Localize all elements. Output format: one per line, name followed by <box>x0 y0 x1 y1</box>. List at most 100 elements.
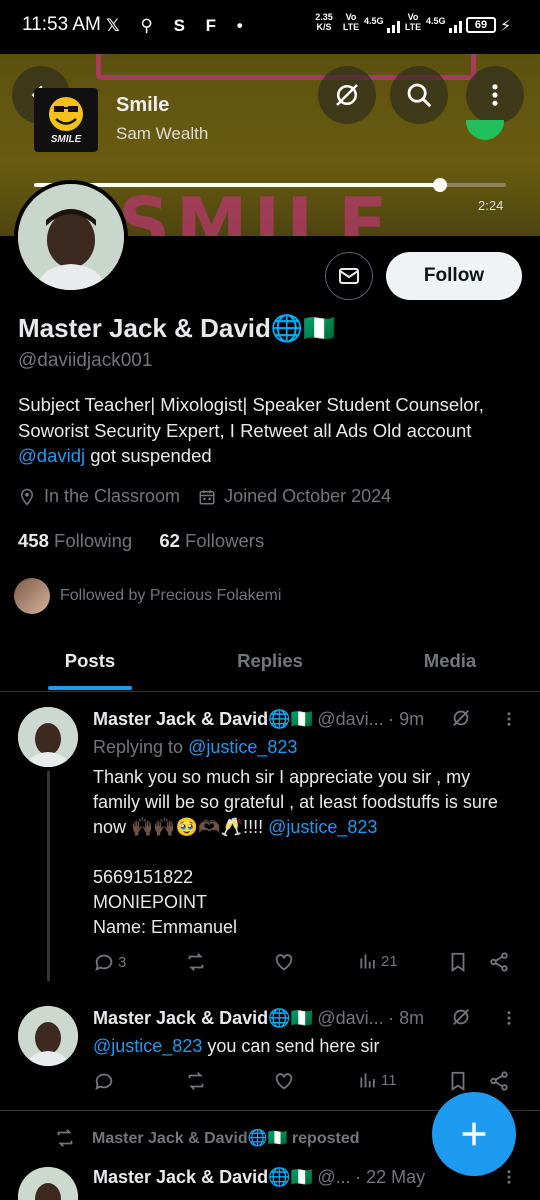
tweet-author-handle[interactable]: @davi... <box>317 709 383 729</box>
avatar-photo <box>18 184 124 290</box>
bio-mention-link[interactable]: @davidj <box>18 445 85 466</box>
followed-by-row[interactable]: Followed by Precious Folakemi <box>14 578 281 614</box>
repost-icon <box>188 1072 204 1090</box>
share-button[interactable] <box>488 951 510 973</box>
tab-media[interactable]: Media <box>360 630 540 691</box>
tweet-text: Thank you so much sir I appreciate you s… <box>93 765 518 940</box>
avatar-photo <box>18 707 78 767</box>
bookmark-icon <box>451 1071 465 1091</box>
tweet-author-name[interactable]: Master Jack & David🌐🇳🇬 <box>93 1008 313 1028</box>
tweet-author-name[interactable]: Master Jack & David🌐🇳🇬 <box>93 709 313 729</box>
heart-icon <box>275 1073 293 1090</box>
charging-icon: ⚡ <box>500 18 512 35</box>
bookmark-button[interactable] <box>447 1070 469 1092</box>
search-button[interactable] <box>390 66 448 124</box>
bookmark-icon <box>451 952 465 972</box>
volte-1: Vo LTE <box>342 12 360 32</box>
followers-label: Followers <box>185 530 265 551</box>
profile-avatar[interactable] <box>14 180 128 294</box>
reply-button[interactable]: 3 <box>93 951 126 973</box>
tweet-time: · 8m <box>388 1008 425 1028</box>
like-button[interactable] <box>273 1070 295 1092</box>
share-icon <box>490 952 508 972</box>
tab-posts[interactable]: Posts <box>0 630 180 691</box>
avatar-photo <box>18 1167 78 1200</box>
profile-handle: @daviidjack001 <box>18 350 153 371</box>
reply-icon <box>95 954 113 972</box>
joined-text: Joined October 2024 <box>224 486 392 506</box>
following-count: 458 <box>18 530 49 551</box>
track-time: 2:24 <box>478 198 504 213</box>
bookmark-button[interactable] <box>447 951 469 973</box>
no-link-icon <box>336 84 358 106</box>
tab-replies[interactable]: Replies <box>180 630 360 691</box>
notification-icons: 𝕏 ⚲ S F • <box>106 16 251 35</box>
share-icon <box>490 1071 508 1091</box>
tweet-more-icon[interactable] <box>500 1167 518 1187</box>
following-link[interactable]: 458 Following <box>18 530 132 551</box>
track-progress-bar[interactable] <box>34 178 506 192</box>
repost-icon <box>188 953 204 971</box>
network-type-1: 4.5G <box>364 16 384 26</box>
repost-button[interactable] <box>185 951 207 973</box>
tweet-mention[interactable]: @justice_823 <box>93 1036 202 1056</box>
views-button[interactable]: 21 <box>358 951 398 971</box>
profile-bio: Subject Teacher| Mixologist| Speaker Stu… <box>18 392 528 469</box>
reply-count: 3 <box>118 953 127 971</box>
message-button[interactable] <box>325 252 373 300</box>
following-label: Following <box>54 530 133 551</box>
followers-count: 62 <box>159 530 180 551</box>
follower-avatar <box>14 578 50 614</box>
tweet-actions: 3 21 <box>93 951 518 979</box>
follow-button[interactable]: Follow <box>386 252 522 300</box>
compose-button[interactable] <box>432 1092 516 1176</box>
profile-meta: In the Classroom Joined October 2024 <box>18 486 409 507</box>
repost-label[interactable]: Master Jack & David🌐🇳🇬 reposted <box>92 1128 360 1148</box>
grok-icon[interactable] <box>450 707 472 729</box>
account-number: 5669151822 <box>93 867 194 887</box>
tweet-avatar[interactable] <box>18 707 78 767</box>
volte-2: Vo LTE <box>404 12 422 32</box>
views-count: 21 <box>381 952 398 970</box>
more-button[interactable] <box>466 66 524 124</box>
repost-button[interactable] <box>185 1070 207 1092</box>
tweet-more-icon[interactable] <box>500 1008 518 1028</box>
reply-button[interactable] <box>93 1070 115 1092</box>
followers-link[interactable]: 62 Followers <box>159 530 264 551</box>
tweet-time: · 22 May <box>355 1167 426 1187</box>
track-artist[interactable]: Sam Wealth <box>116 124 208 144</box>
track-title[interactable]: Smile <box>116 94 169 117</box>
tweet-avatar[interactable] <box>18 1006 78 1066</box>
progress-knob[interactable] <box>432 178 447 192</box>
envelope-icon <box>339 268 359 284</box>
bio-tail: got suspended <box>85 445 212 466</box>
cover-label: SMILE <box>50 134 82 145</box>
bio-text: Subject Teacher| Mixologist| Speaker Stu… <box>18 394 484 441</box>
tweet-header: Master Jack & David🌐🇳🇬 @davi... · 9m <box>93 709 424 730</box>
share-button[interactable] <box>488 1070 510 1092</box>
tweet-author-handle[interactable]: @davi... <box>317 1008 383 1028</box>
grok-icon[interactable] <box>450 1006 472 1028</box>
tweet-avatar[interactable] <box>18 1167 78 1200</box>
tweet-author-handle[interactable]: @... <box>317 1167 350 1187</box>
tweet-time: · 9m <box>388 709 425 729</box>
tweet-author-name[interactable]: Master Jack & David🌐🇳🇬 <box>93 1167 313 1187</box>
bank-name: MONIEPOINT <box>93 892 208 912</box>
replying-to-link[interactable]: @justice_823 <box>188 737 297 757</box>
battery-icon: 69 <box>466 17 496 33</box>
tweet-more-icon[interactable] <box>500 709 518 729</box>
active-tab-indicator <box>48 686 132 690</box>
profile-tabs: Posts Replies Media <box>0 630 540 692</box>
calendar-icon <box>199 489 215 504</box>
tweet-card[interactable]: Master Jack & David🌐🇳🇬 @davi... · 8m @ju… <box>0 992 540 1110</box>
views-button[interactable]: 11 <box>358 1070 397 1090</box>
like-button[interactable] <box>273 951 295 973</box>
thread-line <box>47 771 50 981</box>
tweet-header: Master Jack & David🌐🇳🇬 @... · 22 May <box>93 1167 425 1188</box>
tweet-actions: 11 <box>93 1070 518 1098</box>
tweet-mention[interactable]: @justice_823 <box>268 817 377 837</box>
signal-icon-2 <box>449 21 462 33</box>
tweet-card[interactable]: Master Jack & David🌐🇳🇬 @davi... · 9m Rep… <box>0 693 540 993</box>
status-time: 11:53 AM <box>22 14 101 35</box>
link-button[interactable] <box>318 66 376 124</box>
